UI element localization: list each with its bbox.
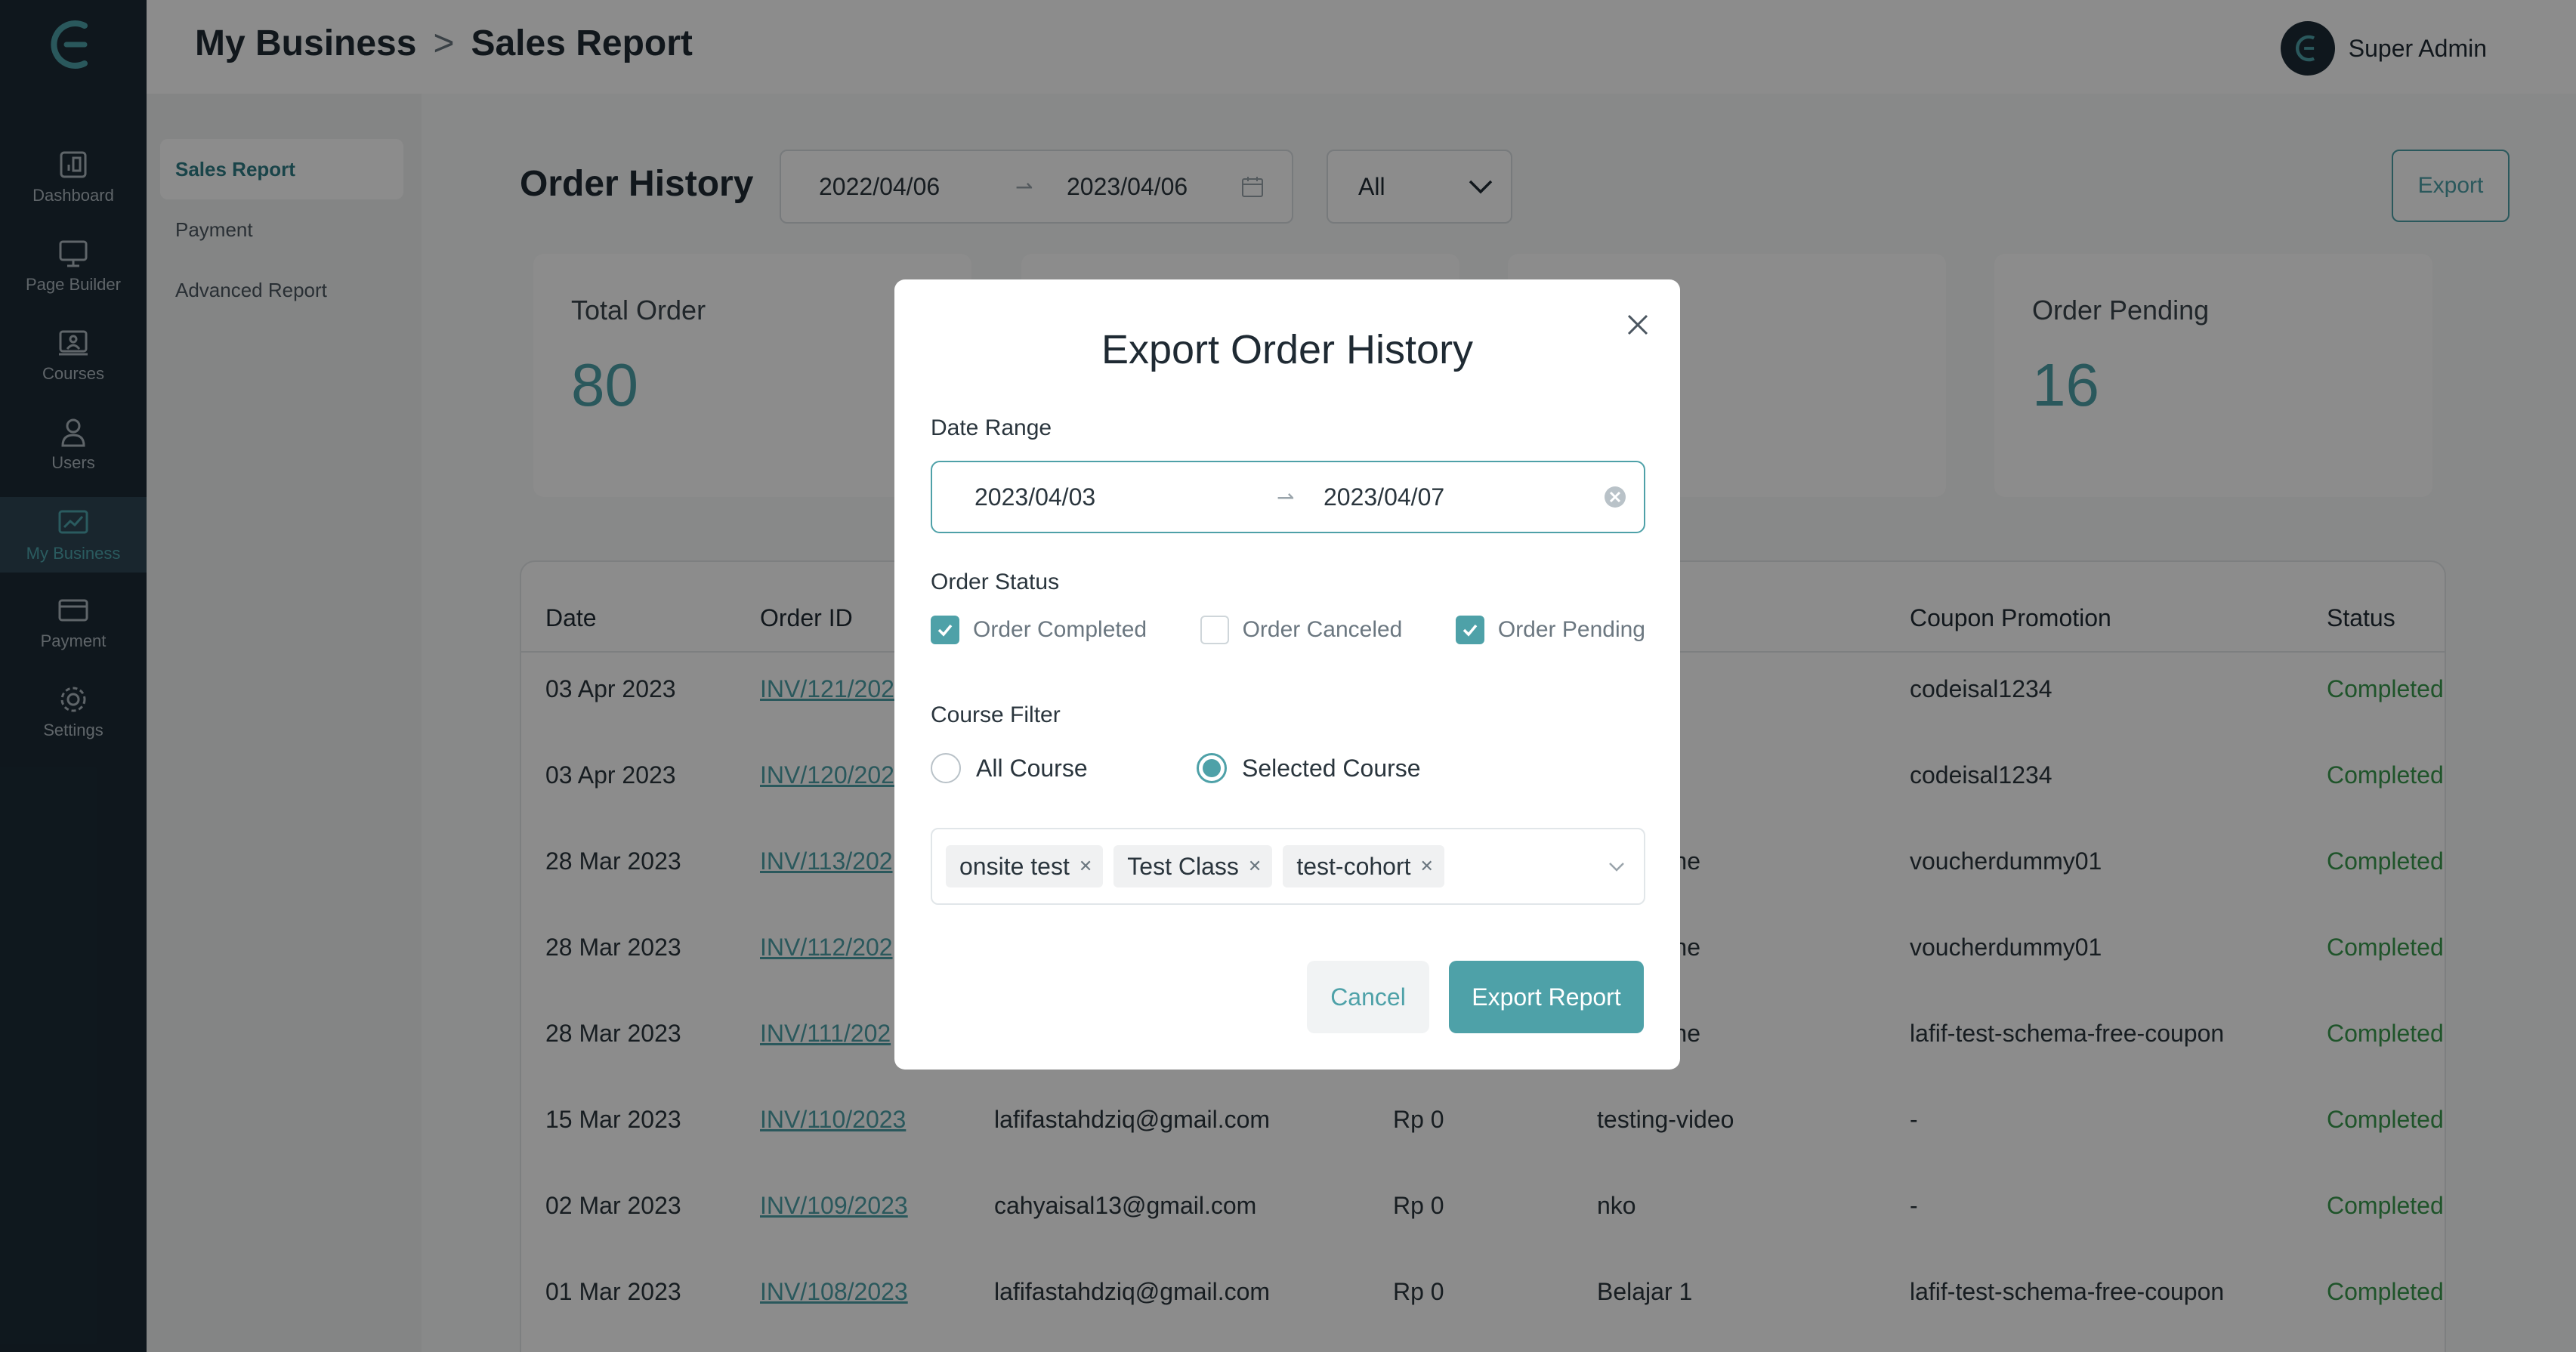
tag-label: test-cohort	[1296, 852, 1411, 880]
course-tag: test-cohort ✕	[1283, 845, 1444, 887]
modal-title: Export Order History	[1101, 327, 1474, 372]
range-to[interactable]: 2023/04/07	[1324, 483, 1603, 511]
course-tag: Test Class ✕	[1113, 845, 1273, 887]
remove-tag-icon[interactable]: ✕	[1420, 857, 1434, 876]
cancel-button[interactable]: Cancel	[1307, 961, 1429, 1033]
radio-selected-course[interactable]: Selected Course	[1197, 753, 1421, 783]
checkbox-checked[interactable]	[1455, 616, 1484, 644]
order-status-checkboxes: Order Completed Order Canceled Order Pen…	[931, 615, 1645, 645]
checkbox-checked[interactable]	[931, 616, 959, 644]
close-icon[interactable]	[1624, 311, 1651, 338]
radio-label: All Course	[976, 754, 1088, 782]
course-filter-label: Course Filter	[931, 702, 1061, 727]
checkbox-order-canceled[interactable]: Order Canceled	[1200, 616, 1403, 644]
radio-label: Selected Course	[1242, 754, 1421, 782]
remove-tag-icon[interactable]: ✕	[1248, 857, 1262, 876]
check-icon	[1463, 624, 1478, 637]
checkbox-label: Order Pending	[1497, 617, 1645, 642]
radio-unselected[interactable]	[931, 753, 961, 783]
course-tag: onsite test ✕	[946, 845, 1104, 887]
export-date-range-picker[interactable]: 2023/04/03 ⇀ 2023/04/07	[931, 461, 1645, 533]
checkbox-unchecked[interactable]	[1200, 616, 1229, 644]
chevron-down-icon[interactable]	[1606, 857, 1627, 878]
tag-label: onsite test	[959, 852, 1070, 880]
checkbox-order-pending[interactable]: Order Pending	[1455, 616, 1645, 644]
export-order-history-modal: Export Order History Date Range 2023/04/…	[894, 279, 1680, 1070]
order-status-label: Order Status	[931, 570, 1060, 594]
course-multiselect[interactable]: onsite test ✕ Test Class ✕ test-cohort ✕	[931, 828, 1645, 905]
date-range-label: Date Range	[931, 415, 1052, 440]
radio-all-course[interactable]: All Course	[931, 753, 1197, 783]
course-filter-radios: All Course Selected Course	[931, 752, 1421, 784]
export-report-button[interactable]: Export Report	[1449, 961, 1644, 1033]
tag-label: Test Class	[1127, 852, 1239, 880]
checkbox-label: Order Canceled	[1242, 617, 1403, 642]
radio-selected[interactable]	[1197, 753, 1227, 783]
check-icon	[937, 624, 953, 637]
checkbox-order-completed[interactable]: Order Completed	[931, 616, 1147, 644]
checkbox-label: Order Completed	[973, 617, 1147, 642]
clear-icon[interactable]	[1603, 485, 1627, 509]
range-arrow-icon: ⇀	[1277, 485, 1295, 509]
range-from[interactable]: 2023/04/03	[974, 483, 1277, 511]
remove-tag-icon[interactable]: ✕	[1079, 857, 1092, 876]
